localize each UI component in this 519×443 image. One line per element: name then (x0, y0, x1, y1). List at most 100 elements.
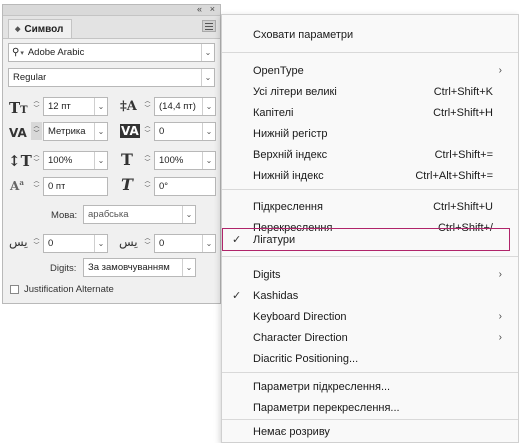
vertical-scale-value: 100% (48, 155, 73, 166)
menu-item-keyboard-direction[interactable]: Keyboard Direction › (222, 306, 518, 327)
menu-item-opentype[interactable]: OpenType › (222, 60, 518, 81)
chevron-right-icon: › (498, 332, 502, 343)
menu-item-shortcut: Ctrl+Shift+= (434, 148, 493, 161)
diacritic-x-field[interactable]: 0 ⌄ (43, 234, 108, 253)
font-size-field[interactable]: 12 пт ⌄ (43, 97, 108, 116)
menu-item-hide-options[interactable]: Сховати параметри (222, 24, 518, 45)
justification-alternate-checkbox[interactable] (10, 285, 19, 294)
tracking-field[interactable]: 0 ⌄ (154, 122, 216, 141)
menu-item-ligatures[interactable]: ✓ Лігатури (222, 229, 518, 250)
chevron-down-icon[interactable]: ⌄ (201, 69, 214, 86)
diacritic-x-stepper[interactable]: ︿ ﹀ (31, 234, 42, 252)
font-family-field[interactable]: ⚲ ▾ Adobe Arabic ⌄ (8, 43, 215, 62)
menu-item-label: Character Direction (253, 331, 348, 344)
collapse-icon[interactable]: « (197, 4, 202, 14)
chevron-down-icon[interactable]: ⌄ (182, 206, 195, 223)
menu-item-label: OpenType (253, 64, 304, 77)
menu-separator (222, 189, 518, 190)
menu-item-label: Нижній індекс (253, 169, 324, 182)
close-icon[interactable]: × (210, 4, 215, 14)
diacritic-y-stepper[interactable]: ︿ ﹀ (142, 234, 153, 252)
horizontal-scale-field[interactable]: 100% ⌄ (154, 151, 216, 170)
menu-item-shortcut: Ctrl+Shift+U (433, 200, 493, 213)
chevron-right-icon: › (498, 311, 502, 322)
menu-separator (222, 372, 518, 373)
chevron-down-icon[interactable]: ⌄ (94, 235, 107, 252)
kerning-stepper[interactable]: ︿ ﹀ (31, 122, 42, 140)
skew-icon: T (121, 175, 133, 194)
chevron-down-icon[interactable]: ⌄ (202, 98, 215, 115)
horizontal-scale-icon: T (121, 150, 133, 169)
baseline-shift-field[interactable]: 0 пт (43, 177, 108, 196)
tracking-stepper[interactable]: ︿ ﹀ (142, 122, 153, 140)
panel-title-strip: « × (3, 4, 220, 16)
skew-stepper[interactable]: ︿ ﹀ (142, 177, 153, 195)
menu-item-underline[interactable]: Підкреслення Ctrl+Shift+U (222, 196, 518, 217)
chevron-down-icon[interactable]: ⌄ (201, 44, 214, 61)
menu-separator (222, 256, 518, 257)
menu-item-strikethrough-options[interactable]: Параметри перекреслення... (222, 397, 518, 418)
menu-item-kashidas[interactable]: ✓ Kashidas (222, 285, 518, 306)
diacritic-y-field[interactable]: 0 ⌄ (154, 234, 216, 253)
baseline-shift-value: 0 пт (48, 181, 66, 192)
chevron-right-icon: › (498, 269, 502, 280)
size-stepper[interactable]: ︿ ﹀ (31, 97, 42, 115)
diacritic-x-value: 0 (48, 238, 54, 249)
baseline-shift-icon: Aa (10, 178, 24, 193)
font-style-value: Regular (13, 72, 47, 83)
chevron-down-icon[interactable]: ⌄ (182, 259, 195, 276)
panel-menu-button[interactable] (202, 20, 216, 32)
font-size-icon: TT (9, 99, 28, 117)
kerning-value: Метрика (48, 126, 86, 137)
chevron-down-icon[interactable]: ⌄ (202, 152, 215, 169)
horizontal-scale-stepper[interactable]: ︿ ﹀ (142, 151, 153, 169)
menu-item-label: Kashidas (253, 289, 299, 302)
skew-field[interactable]: 0° (154, 177, 216, 196)
menu-item-lowercase[interactable]: Нижній регістр (222, 123, 518, 144)
panel-context-menu: Сховати параметри OpenType › Усі літери в… (221, 14, 519, 443)
menu-item-shortcut: Ctrl+Alt+Shift+= (415, 169, 493, 182)
menu-item-subscript[interactable]: Нижній індекс Ctrl+Alt+Shift+= (222, 165, 518, 186)
menu-item-small-caps[interactable]: Капітелі Ctrl+Shift+H (222, 102, 518, 123)
menu-item-digits[interactable]: Digits › (222, 264, 518, 285)
menu-item-diacritic-positioning[interactable]: Diacritic Positioning... (222, 348, 518, 369)
language-value: арабська (88, 209, 129, 220)
kerning-field[interactable]: Метрика ⌄ (43, 122, 108, 141)
leading-stepper[interactable]: ︿ ﹀ (142, 97, 153, 115)
vertical-scale-stepper[interactable]: ︿ ﹀ (31, 151, 42, 169)
menu-item-label: Нижній регістр (253, 127, 328, 140)
menu-separator (222, 52, 518, 53)
tracking-icon: VA (120, 124, 140, 138)
panel-tabbar: ◆ Символ (3, 16, 220, 39)
menu-item-character-direction[interactable]: Character Direction › (222, 327, 518, 348)
menu-item-underline-options[interactable]: Параметри підкреслення... (222, 376, 518, 397)
language-field[interactable]: арабська ⌄ (83, 205, 196, 224)
chevron-down-icon[interactable]: ⌄ (94, 123, 107, 140)
font-style-field[interactable]: Regular ⌄ (8, 68, 215, 87)
digits-field[interactable]: За замовчуванням ⌄ (83, 258, 196, 277)
leading-icon: ‡A (120, 99, 137, 114)
character-panel: « × ◆ Символ ⚲ ▾ Adobe Arabic ⌄ Regular … (2, 4, 221, 304)
checkmark-icon: ✓ (232, 234, 242, 246)
menu-item-label: Keyboard Direction (253, 310, 347, 323)
leading-value: (14,4 пт) (159, 101, 196, 112)
chevron-down-icon[interactable]: ⌄ (94, 98, 107, 115)
checkmark-icon: ✓ (232, 290, 242, 302)
vertical-scale-field[interactable]: 100% ⌄ (43, 151, 108, 170)
menu-item-all-caps[interactable]: Усі літери великі Ctrl+Shift+K (222, 81, 518, 102)
skew-value: 0° (159, 181, 169, 192)
baseline-stepper[interactable]: ︿ ﹀ (31, 177, 42, 195)
leading-field[interactable]: (14,4 пт) ⌄ (154, 97, 216, 116)
tab-character[interactable]: ◆ Символ (8, 19, 73, 38)
diacritic-y-value: 0 (159, 238, 165, 249)
chevron-down-icon[interactable]: ⌄ (94, 152, 107, 169)
menu-item-label: Сховати параметри (253, 28, 354, 41)
tab-label: Символ (24, 23, 64, 35)
chevron-down-icon[interactable]: ⌄ (202, 123, 215, 140)
arabic-diacritic-icon: ٮِس (9, 235, 28, 249)
menu-item-label: Параметри підкреслення... (253, 380, 391, 393)
menu-item-superscript[interactable]: Верхній індекс Ctrl+Shift+= (222, 144, 518, 165)
menu-item-no-break[interactable]: Немає розриву (222, 421, 518, 442)
chevron-down-icon[interactable]: ⌄ (202, 235, 215, 252)
digits-value: За замовчуванням (88, 262, 170, 273)
